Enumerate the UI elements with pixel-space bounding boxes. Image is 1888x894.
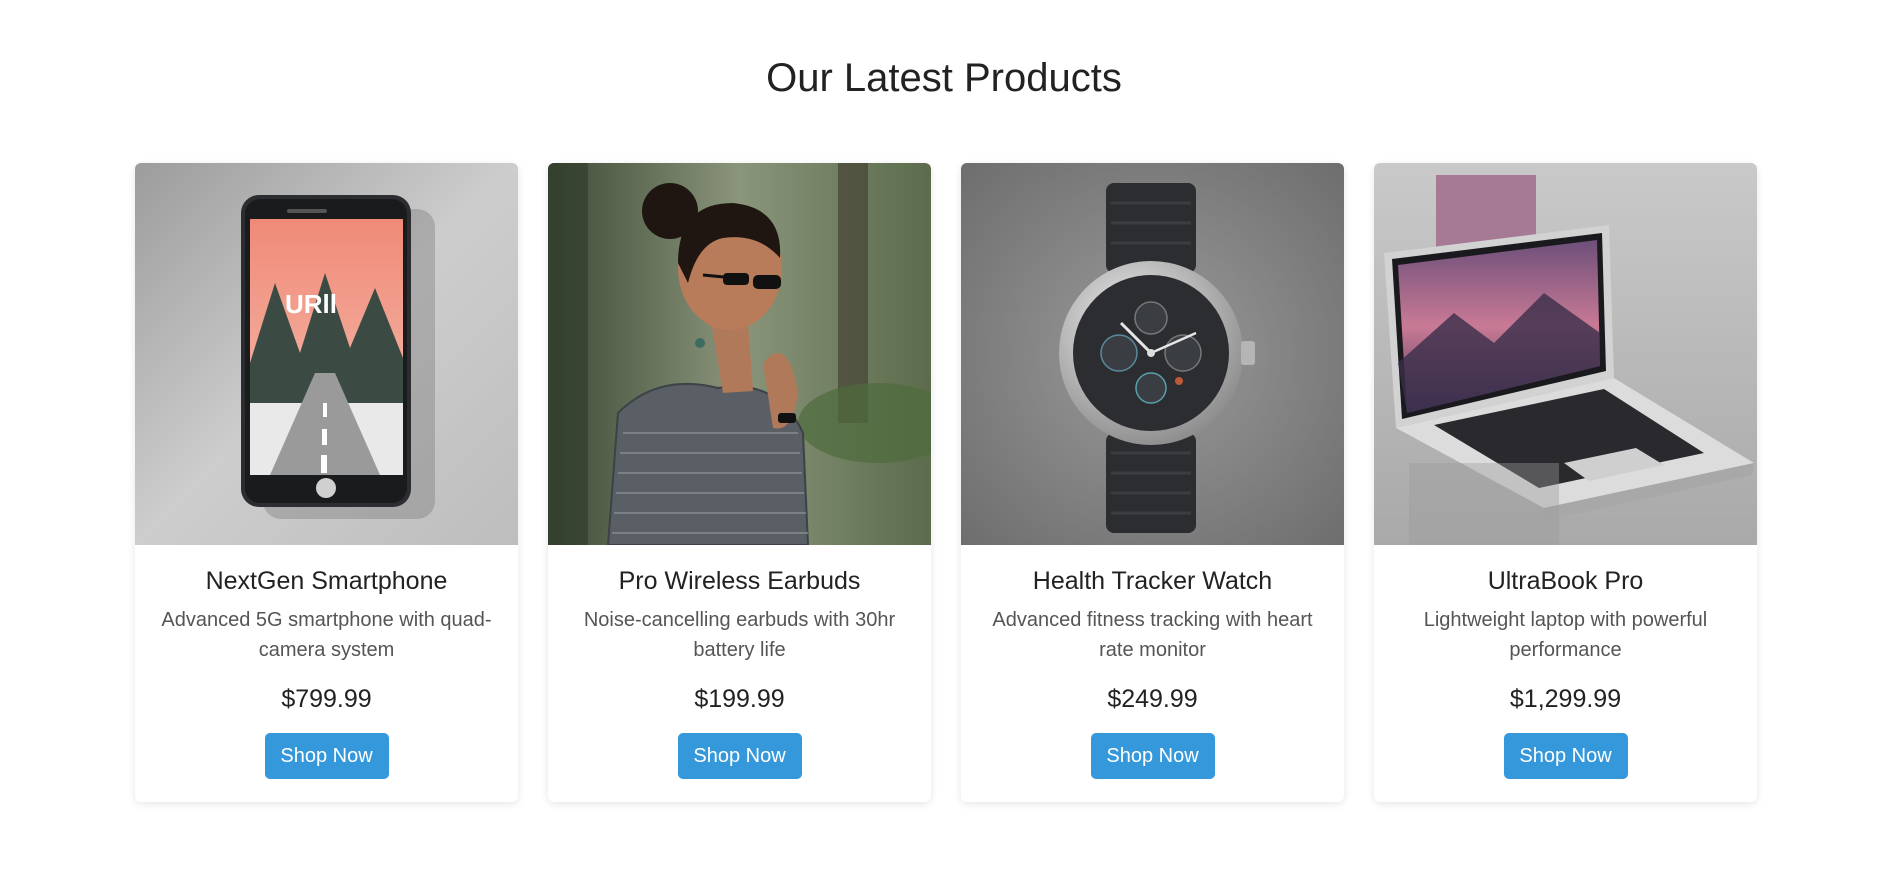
- product-description: Lightweight laptop with powerful perform…: [1423, 609, 1708, 661]
- page-title: Our Latest Products: [766, 56, 1122, 100]
- shop-now-button[interactable]: Shop Now: [1090, 733, 1215, 779]
- product-description: Noise-cancelling earbuds with 30hr batte…: [583, 609, 896, 661]
- shop-now-button[interactable]: Shop Now: [677, 733, 802, 779]
- product-description: Advanced 5G smartphone with quad-camera …: [161, 609, 492, 661]
- product-price: $799.99: [281, 685, 372, 713]
- product-grid: URll NextGen Smartphone Advanced 5G smar…: [135, 163, 1757, 802]
- product-description: Advanced fitness tracking with heart rat…: [992, 609, 1313, 661]
- product-name: UltraBook Pro: [1487, 567, 1644, 595]
- earbuds-model-image: [548, 163, 931, 545]
- product-name: Health Tracker Watch: [1032, 567, 1273, 595]
- product-card-smartphone: URll NextGen Smartphone Advanced 5G smar…: [135, 163, 518, 802]
- phone-screen-text: URll: [285, 289, 337, 319]
- shop-now-button[interactable]: Shop Now: [264, 733, 389, 779]
- product-price: $249.99: [1107, 685, 1198, 713]
- watch-image: [961, 163, 1344, 545]
- product-name: NextGen Smartphone: [205, 567, 448, 595]
- smartphone-image: URll: [135, 163, 518, 545]
- product-card-laptop: UltraBook Pro Lightweight laptop with po…: [1374, 163, 1757, 802]
- product-card-earbuds: Pro Wireless Earbuds Noise-cancelling ea…: [548, 163, 931, 802]
- product-price: $199.99: [694, 685, 785, 713]
- product-price: $1,299.99: [1509, 685, 1622, 713]
- product-name: Pro Wireless Earbuds: [618, 567, 861, 595]
- shop-now-button[interactable]: Shop Now: [1503, 733, 1628, 779]
- product-card-watch: Health Tracker Watch Advanced fitness tr…: [961, 163, 1344, 802]
- laptop-image: [1374, 163, 1757, 545]
